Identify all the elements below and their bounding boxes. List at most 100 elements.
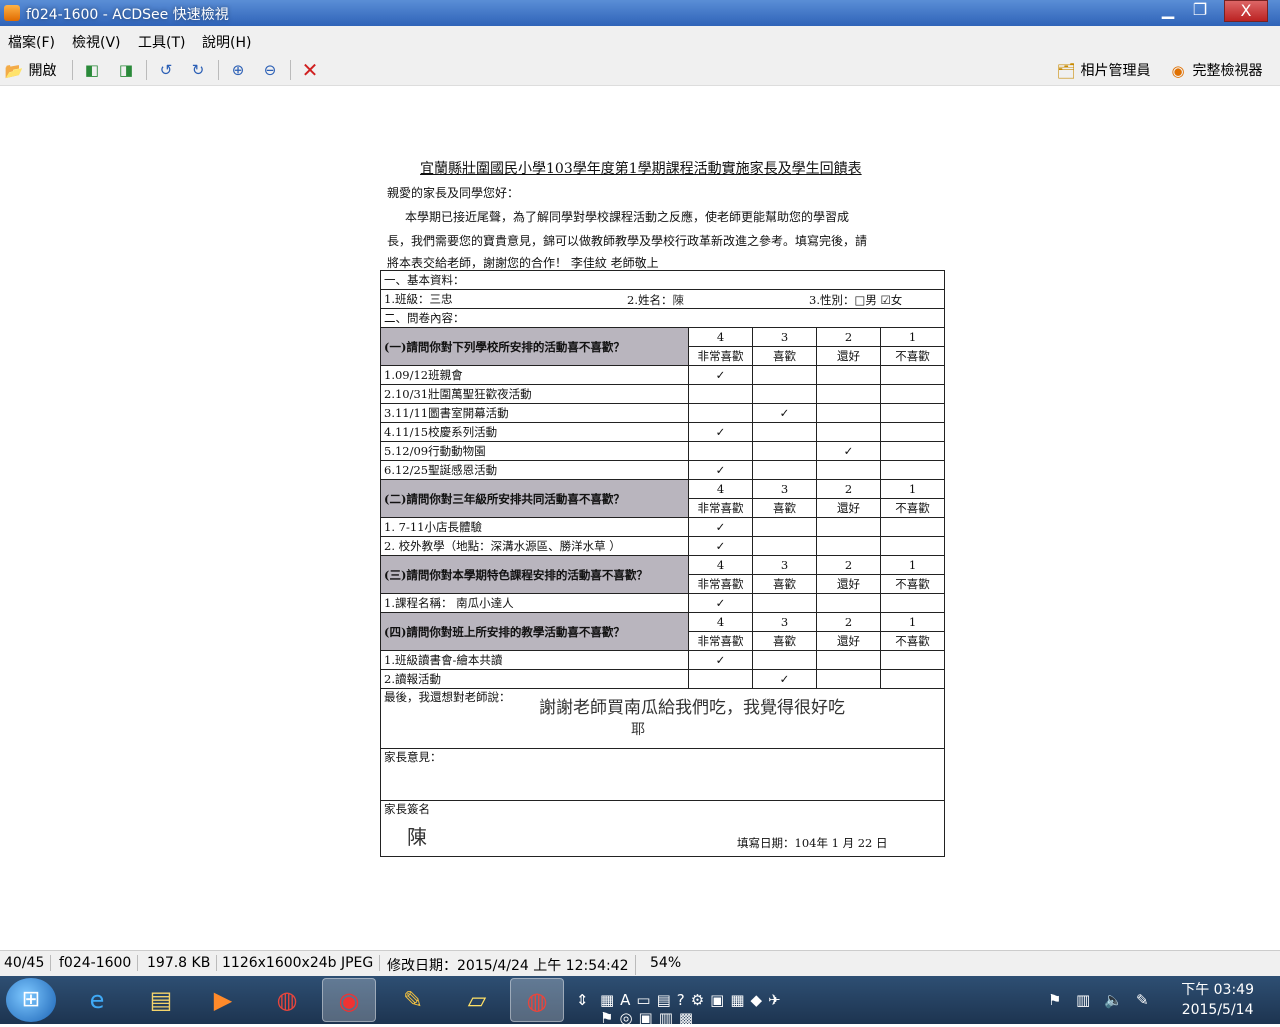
rotate-right-button[interactable]: ↻	[188, 60, 208, 80]
volume-icon[interactable]: 🔈	[1104, 991, 1123, 1009]
gender-field: 3.性別：□男 ☑女	[809, 293, 903, 307]
taskbar-clock[interactable]: 下午 03:49 2015/5/14	[1181, 980, 1254, 1020]
full-viewer-button[interactable]: ◉ 完整檢視器	[1168, 60, 1262, 80]
maximize-button[interactable]: ❐	[1180, 0, 1220, 22]
survey-item: 3.11/11圖書室開幕活動	[380, 403, 689, 423]
paint-icon[interactable]: ✎	[386, 978, 440, 1022]
scale-label: 非常喜歡	[688, 574, 753, 594]
previous-image-button[interactable]: ◧	[82, 60, 102, 80]
survey-item: 1.09/12班親會	[380, 365, 689, 385]
survey-item: 6.12/25聖誕感恩活動	[380, 460, 689, 480]
scale-label: 非常喜歡	[688, 346, 753, 366]
scale-number: 3	[752, 479, 817, 499]
rating-cell: ✓	[752, 669, 817, 689]
scale-number: 2	[816, 555, 881, 575]
rating-cell	[688, 441, 753, 461]
survey-heading: 二、問卷內容：	[380, 308, 945, 328]
survey-item: 1.課程名稱： 南瓜小達人	[380, 593, 689, 613]
basic-info-row: 1.班級：三忠 2.姓名：陳 3.性別：□男 ☑女	[380, 289, 945, 309]
open-label: 開啟	[28, 63, 57, 79]
check-mark: ✓	[715, 539, 726, 553]
photo-manager-button[interactable]: 🗂 相片管理員	[1056, 60, 1150, 80]
rating-cell	[880, 441, 945, 461]
start-button[interactable]: ⊞	[6, 978, 56, 1022]
network-icon[interactable]: ▥	[1076, 991, 1090, 1009]
open-button[interactable]: 📂 開啟	[4, 60, 57, 80]
check-mark: ✓	[843, 444, 854, 458]
next-image-button[interactable]: ◨	[116, 60, 136, 80]
zoom-in-button[interactable]: ⊕	[228, 60, 248, 80]
acdsee-taskbar-icon[interactable]: ◉	[322, 978, 376, 1022]
action-center-flag-icon[interactable]: ⚑	[1048, 991, 1061, 1009]
comment-row: 最後，我還想對老師說： 謝謝老師買南瓜給我們吃，我覺得很好吃 耶	[380, 688, 945, 749]
rating-cell	[880, 365, 945, 385]
status-modified-date: 修改日期：2015/4/24 上午 12:54:42	[387, 955, 636, 975]
delete-button[interactable]: ✕	[300, 60, 320, 80]
rating-cell: ✓	[688, 422, 753, 442]
rotate-left-icon: ↺	[159, 61, 173, 79]
status-file-name: f024-1600	[59, 955, 139, 971]
rating-cell	[816, 365, 881, 385]
status-bar: 40/45 f024-1600 197.8 KB 1126x1600x24b J…	[0, 950, 1280, 976]
scale-label: 非常喜歡	[688, 631, 753, 651]
survey-item: 1. 7-11小店長體驗	[380, 517, 689, 537]
rating-cell	[752, 650, 817, 670]
file-explorer-icon[interactable]: ▤	[134, 978, 188, 1022]
full-viewer-icon: ◉	[1171, 62, 1185, 80]
scale-number: 2	[816, 479, 881, 499]
scale-label: 不喜歡	[880, 498, 945, 518]
menu-help[interactable]: 說明(H)	[202, 32, 251, 52]
toolbar-separator	[290, 60, 291, 80]
scale-label: 非常喜歡	[688, 498, 753, 518]
rating-cell: ✓	[816, 441, 881, 461]
rating-cell: ✓	[688, 517, 753, 537]
tray-expand-icon[interactable]: ⇕	[576, 991, 589, 1009]
rating-cell	[816, 422, 881, 442]
rotate-left-button[interactable]: ↺	[156, 60, 176, 80]
scale-label: 喜歡	[752, 574, 817, 594]
rating-cell	[816, 460, 881, 480]
rating-cell	[688, 403, 753, 423]
section-heading: (四)請問你對班上所安排的教學活動喜不喜歡？	[380, 612, 689, 651]
check-mark: ✓	[715, 520, 726, 534]
scale-number: 3	[752, 612, 817, 632]
media-player-icon[interactable]: ▶	[196, 978, 250, 1022]
close-button[interactable]: X	[1224, 0, 1268, 22]
check-mark: ✓	[715, 596, 726, 610]
taskbar: ⊞ e ▤ ▶ ◍ ◉ ✎ ▱ ◍ ⇕ ▦A▭▤?⚙▣▦◆✈⚑◎▣▥▩ ⚑ ▥ …	[0, 976, 1280, 1027]
rating-cell	[688, 669, 753, 689]
rating-cell	[816, 403, 881, 423]
menu-tools[interactable]: 工具(T)	[138, 32, 185, 52]
photo-manager-icon: 🗂	[1056, 62, 1076, 80]
scanned-form-image: 宜蘭縣壯圍國民小學103學年度第1學期課程活動實施家長及學生回饋表 親愛的家長及…	[365, 150, 945, 875]
menu-file[interactable]: 檔案(F)	[8, 32, 55, 52]
sticky-notes-icon[interactable]: ▱	[450, 978, 504, 1022]
scale-number: 1	[880, 555, 945, 575]
rating-cell: ✓	[688, 650, 753, 670]
class-field: 1.班級：三忠	[384, 292, 453, 306]
status-image-index: 40/45	[4, 955, 52, 971]
status-dimensions: 1126x1600x24b JPEG	[222, 955, 381, 971]
zoom-out-button[interactable]: ⊖	[260, 60, 280, 80]
scale-label: 還好	[816, 498, 881, 518]
system-tray-icons[interactable]: ▦A▭▤?⚙▣▦◆✈⚑◎▣▥▩	[600, 991, 870, 1027]
chrome-window-icon[interactable]: ◍	[510, 978, 564, 1022]
rating-cell	[880, 650, 945, 670]
chrome-icon[interactable]: ◍	[260, 978, 314, 1022]
toolbar: 📂 開啟 ◧ ◨ ↺ ↻ ⊕ ⊖ ✕ 🗂 相片管理員 ◉ 完整檢視器	[0, 54, 1280, 86]
rating-cell: ✓	[688, 365, 753, 385]
toolbar-separator	[218, 60, 219, 80]
acdsee-app-icon	[4, 5, 20, 21]
input-method-icon[interactable]: ✎	[1136, 991, 1149, 1009]
parent-sign-label: 家長簽名	[384, 802, 430, 816]
signature-handwriting: 陳	[407, 825, 427, 849]
rating-cell	[816, 384, 881, 404]
form-title: 宜蘭縣壯圍國民小學103學年度第1學期課程活動實施家長及學生回饋表	[420, 161, 862, 177]
internet-explorer-icon[interactable]: e	[70, 978, 124, 1022]
rating-cell	[880, 422, 945, 442]
check-mark: ✓	[715, 463, 726, 477]
rating-cell	[880, 460, 945, 480]
status-file-size: 197.8 KB	[147, 955, 218, 971]
rating-cell	[752, 593, 817, 613]
menu-view[interactable]: 檢視(V)	[72, 32, 121, 52]
